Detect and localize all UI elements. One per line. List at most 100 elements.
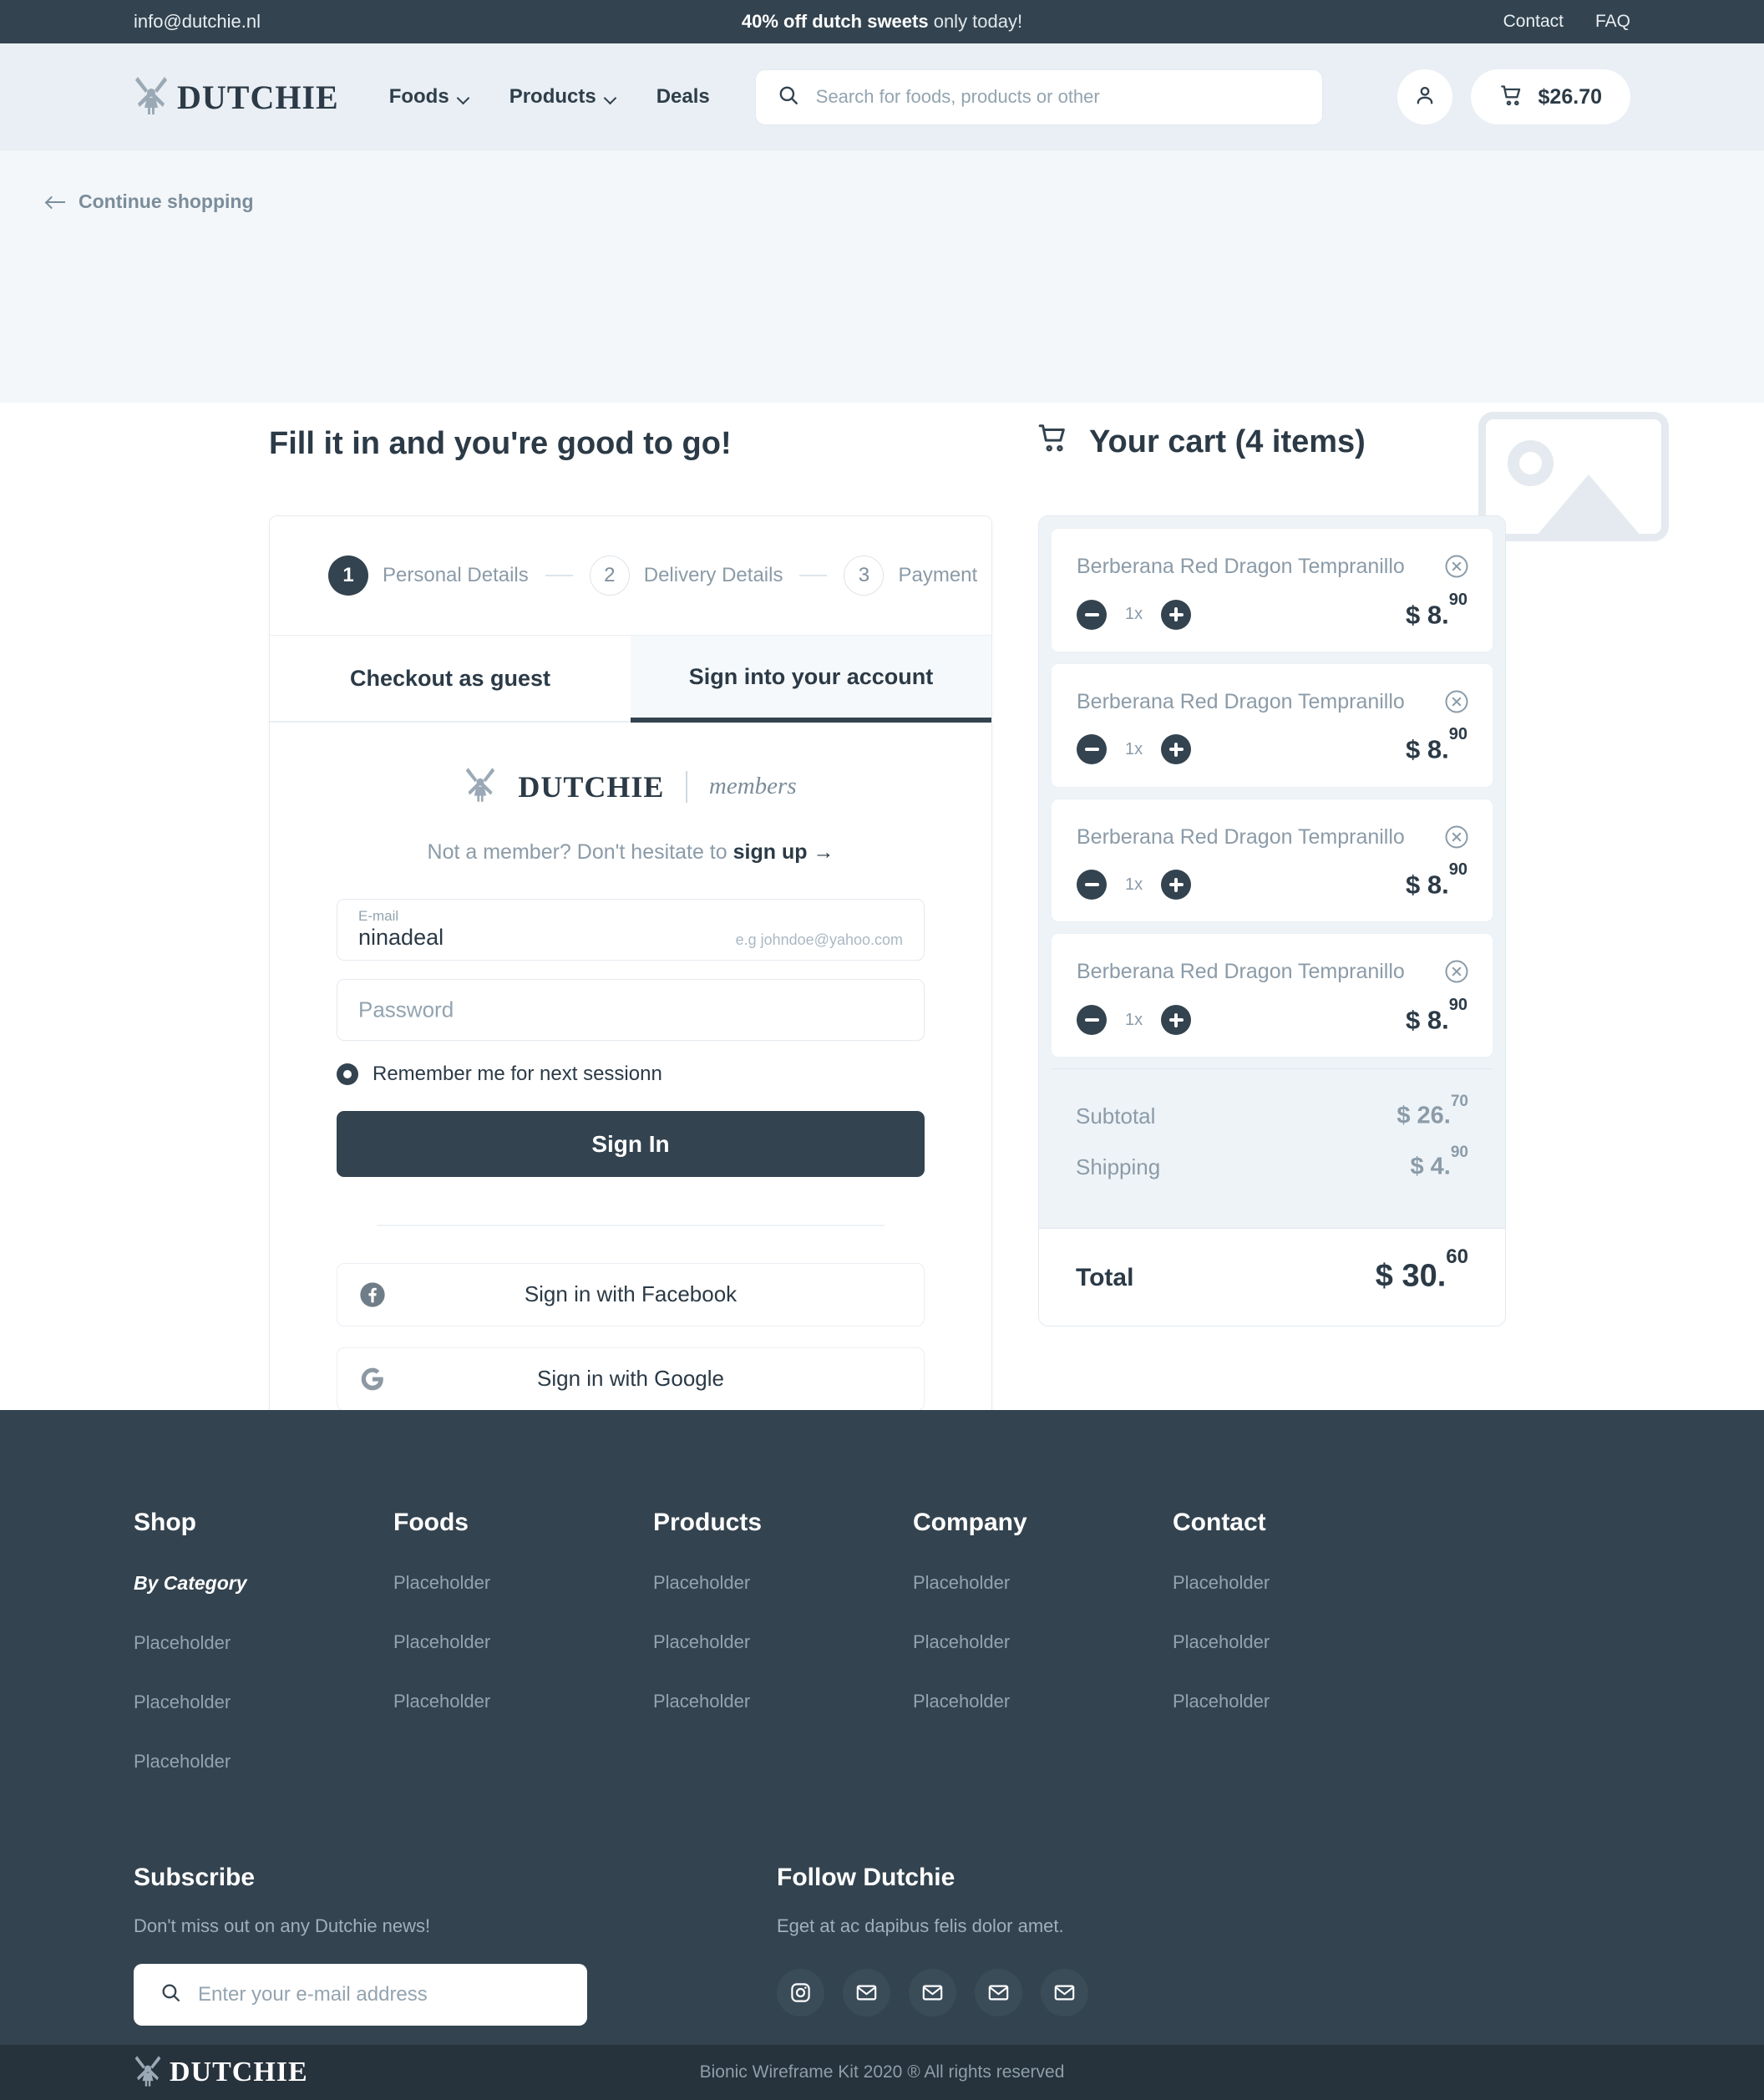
step-personal-details[interactable]: 1 Personal Details <box>328 555 529 596</box>
footer-link[interactable]: Placeholder <box>134 1751 393 1773</box>
cart-amount: $26.70 <box>1538 84 1602 109</box>
password-field[interactable]: Password <box>337 979 925 1041</box>
sign-in-facebook-label: Sign in with Facebook <box>524 1281 738 1306</box>
mail-icon[interactable] <box>1041 1969 1088 2016</box>
email-field-label: E-mail <box>358 908 399 924</box>
footer-link[interactable]: Placeholder <box>393 1631 653 1653</box>
subscribe-placeholder: Enter your e-mail address <box>198 1983 428 2006</box>
mail-icon[interactable] <box>843 1969 890 2016</box>
facebook-icon <box>359 1281 386 1308</box>
email-field[interactable]: E-mail ninadeal e.g johndoe@yahoo.com <box>337 899 925 961</box>
nav-item-products[interactable]: Products <box>509 85 616 109</box>
step-3-number: 3 <box>844 555 885 596</box>
cart-item-price: $ 8.90 <box>1406 725 1467 764</box>
step-divider <box>545 575 573 576</box>
footer-by-category-label: By Category <box>134 1572 247 1594</box>
nav-item-foods[interactable]: Foods <box>389 85 469 109</box>
footer-link[interactable]: Placeholder <box>653 1572 913 1594</box>
remove-item-button[interactable] <box>1444 689 1469 718</box>
radio-checked-icon <box>337 1063 358 1085</box>
step-1-label: Personal Details <box>383 564 529 586</box>
tab-sign-into-account[interactable]: Sign into your account <box>631 636 991 723</box>
footer-link[interactable]: Placeholder <box>913 1631 1173 1653</box>
follow-section: Follow Dutchie Eget at ac dapibus felis … <box>777 1864 1088 2026</box>
footer-column-title: Shop <box>134 1509 196 1536</box>
signup-prompt-text: Not a member? Don't hesitate to <box>427 840 733 864</box>
image-placeholder-icon <box>1478 412 1669 541</box>
decrease-quantity-button[interactable] <box>1077 734 1107 765</box>
cart-item-price: $ 8.90 <box>1406 995 1467 1035</box>
footer-column-title: Foods <box>393 1509 469 1536</box>
search-placeholder: Search for foods, products or other <box>815 86 1100 107</box>
remove-item-button[interactable] <box>1444 554 1469 583</box>
footer-link[interactable]: Placeholder <box>134 1632 393 1654</box>
footer-link[interactable]: Placeholder <box>913 1691 1173 1712</box>
nav-label-deals: Deals <box>656 85 710 108</box>
footer-link[interactable]: Placeholder <box>1173 1631 1432 1653</box>
search-input[interactable]: Search for foods, products or other <box>754 68 1323 125</box>
sign-in-button[interactable]: Sign In <box>337 1111 925 1177</box>
google-icon <box>359 1366 386 1392</box>
continue-shopping-link[interactable]: Continue shopping <box>47 190 254 213</box>
footer-column-foods: Foods Placeholder Placeholder Placeholde… <box>393 1509 653 1810</box>
footer-link[interactable]: Placeholder <box>1173 1691 1432 1712</box>
decrease-quantity-button[interactable] <box>1077 870 1107 900</box>
footer-link[interactable]: Placeholder <box>653 1691 913 1712</box>
increase-quantity-button[interactable] <box>1161 870 1192 900</box>
top-link-faq[interactable]: FAQ <box>1595 12 1630 32</box>
cart-heading-label: Your cart (4 items) <box>1089 424 1366 459</box>
mail-icon[interactable] <box>909 1969 956 2016</box>
nav-item-deals[interactable]: Deals <box>656 85 710 109</box>
step-3-label: Payment <box>898 564 978 586</box>
cart-item-controls: 1x $ 8.90 <box>1077 860 1467 900</box>
footer-column-products: Products Placeholder Placeholder Placeho… <box>653 1509 913 1810</box>
chevron-down-icon <box>606 94 616 100</box>
footer-link[interactable]: Placeholder <box>393 1691 653 1712</box>
cart-button[interactable]: $26.70 <box>1470 69 1630 124</box>
increase-quantity-button[interactable] <box>1161 599 1192 630</box>
cart-item-name: Berberana Red Dragon Tempranillo <box>1077 689 1405 713</box>
subscribe-title: Subscribe <box>134 1864 256 1891</box>
cart-panel: Berberana Red Dragon Tempranillo 1x $ 8.… <box>1038 515 1506 1327</box>
subscribe-email-input[interactable]: Enter your e-mail address <box>134 1964 587 2026</box>
top-link-contact[interactable]: Contact <box>1503 12 1564 32</box>
sign-in-google-button[interactable]: Sign in with Google <box>337 1347 925 1411</box>
signup-link[interactable]: sign up <box>733 840 808 864</box>
remove-item-button[interactable] <box>1444 959 1469 988</box>
remove-item-button[interactable] <box>1444 824 1469 854</box>
increase-quantity-button[interactable] <box>1161 1005 1192 1036</box>
cart-item-name: Berberana Red Dragon Tempranillo <box>1077 555 1405 578</box>
main-nav: Foods Products Deals <box>389 85 710 109</box>
decrease-quantity-button[interactable] <box>1077 599 1107 630</box>
tab-checkout-as-guest[interactable]: Checkout as guest <box>270 636 631 723</box>
search-icon <box>778 84 799 110</box>
footer-link[interactable]: Placeholder <box>1173 1572 1432 1594</box>
remember-me-toggle[interactable]: Remember me for next sessionn <box>337 1063 925 1086</box>
footer-column-title: Products <box>653 1509 763 1536</box>
footer-link[interactable]: Placeholder <box>134 1692 393 1713</box>
account-button[interactable] <box>1396 69 1452 124</box>
cart-item-price: $ 8.90 <box>1406 860 1467 900</box>
chevron-down-icon <box>459 94 469 100</box>
mail-icon[interactable] <box>975 1969 1022 2016</box>
page-title: Fill it in and you're good to go! <box>269 426 732 461</box>
promo-message: 40% off dutch sweets only today! <box>0 11 1764 33</box>
footer-link[interactable]: Placeholder <box>653 1631 913 1653</box>
decrease-quantity-button[interactable] <box>1077 1005 1107 1036</box>
nav-label-products: Products <box>509 85 596 108</box>
signup-prompt: Not a member? Don't hesitate to sign up … <box>337 840 925 865</box>
logo-dutchie[interactable]: DUTCHIE <box>134 75 339 119</box>
shipping-label: Shipping <box>1076 1154 1161 1179</box>
step-2-label: Delivery Details <box>643 564 783 586</box>
cart-item-controls: 1x $ 8.90 <box>1077 995 1467 1036</box>
instagram-icon[interactable] <box>777 1969 824 2016</box>
footer-link[interactable]: Placeholder <box>393 1572 653 1594</box>
step-payment[interactable]: 3 Payment <box>844 555 977 596</box>
increase-quantity-button[interactable] <box>1161 734 1192 765</box>
sign-in-facebook-button[interactable]: Sign in with Facebook <box>337 1262 925 1326</box>
subscribe-text: Don't miss out on any Dutchie news! <box>134 1915 431 1936</box>
cart-item-price: $ 8.90 <box>1406 590 1467 629</box>
brand-divider <box>686 770 687 803</box>
footer-link[interactable]: Placeholder <box>913 1572 1173 1594</box>
step-delivery-details[interactable]: 2 Delivery Details <box>589 555 783 596</box>
